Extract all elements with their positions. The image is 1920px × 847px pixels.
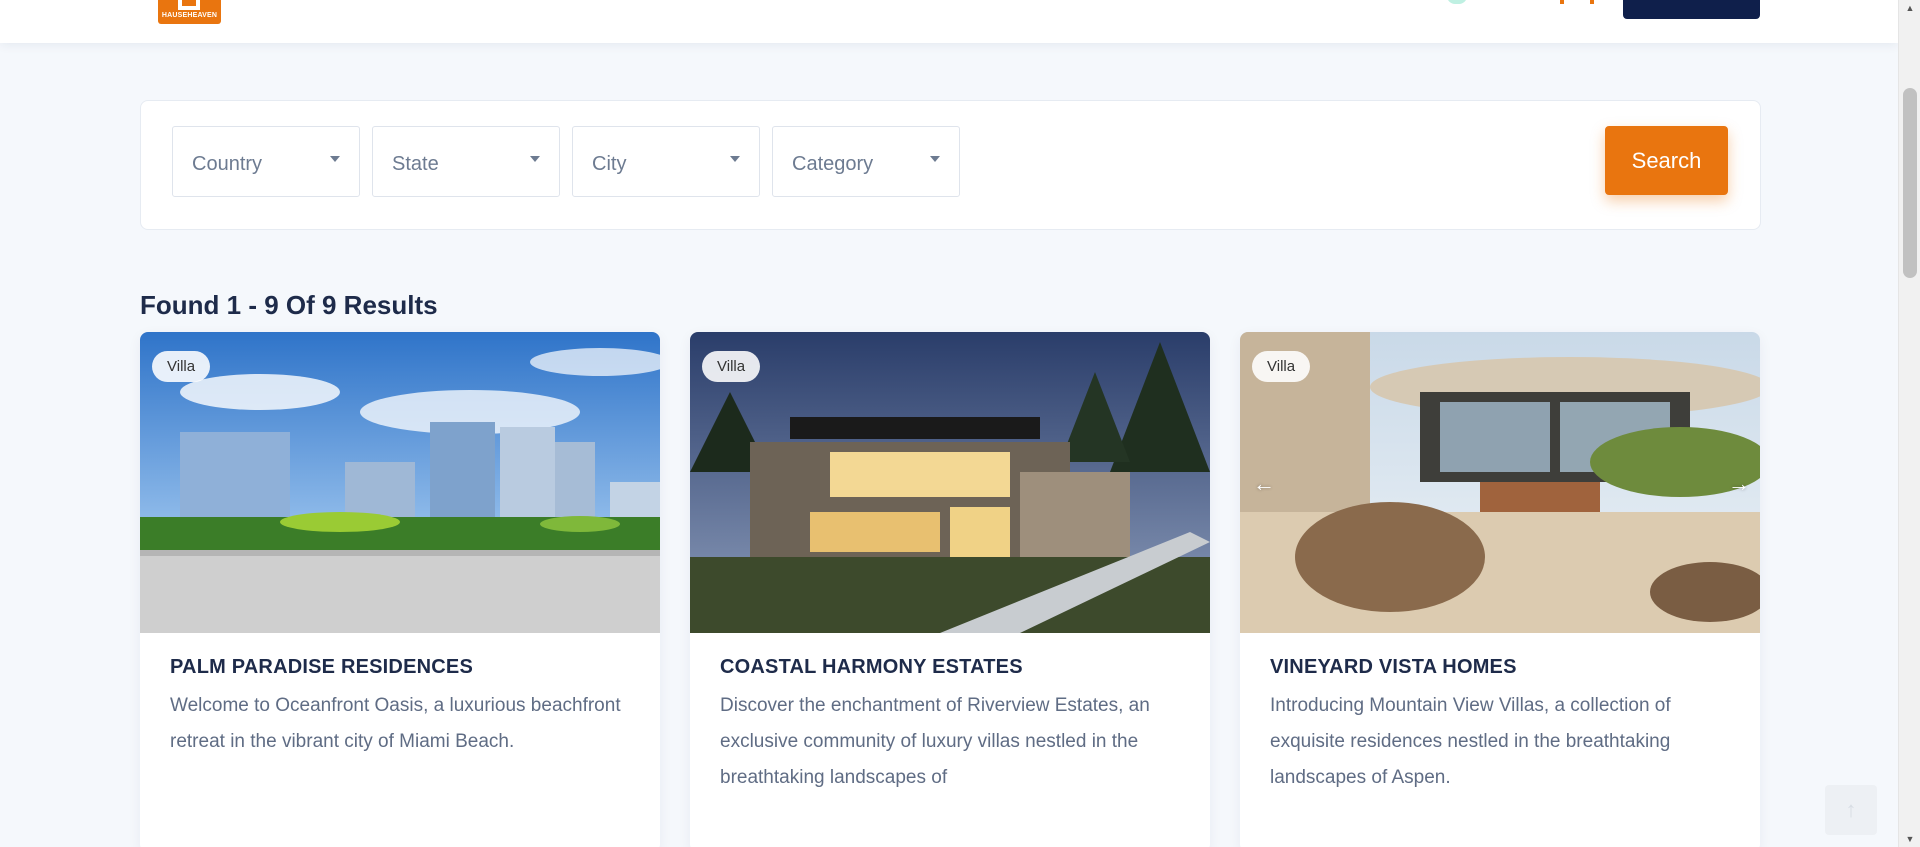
property-card[interactable]: Villa ← → VINEYARD VISTA HOMES Introduci… — [1240, 332, 1760, 847]
property-card[interactable]: Villa COASTAL HARMONY ESTATES Discover t… — [690, 332, 1210, 847]
arrow-up-icon: ↑ — [1845, 797, 1857, 822]
city-select[interactable]: City — [572, 126, 760, 197]
category-badge: Villa — [702, 351, 761, 382]
category-badge: Villa — [1252, 351, 1311, 382]
property-image[interactable] — [690, 332, 1210, 633]
state-select-label: State — [392, 153, 439, 175]
site-header: HAUSEHEAVEN — [0, 0, 1898, 43]
logo-text: HAUSEHEAVEN — [161, 12, 218, 19]
state-select[interactable]: State — [372, 126, 560, 197]
property-description: Discover the enchantment of Riverview Es… — [720, 695, 1150, 788]
property-title[interactable]: PALM PARADISE RESIDENCES — [170, 656, 473, 679]
category-select[interactable]: Category — [772, 126, 960, 197]
arrow-right-icon[interactable]: → — [1728, 471, 1750, 497]
property-card[interactable]: Villa PALM PARADISE RESIDENCES Welcome t… — [140, 332, 660, 847]
property-description: Introducing Mountain View Villas, a coll… — [1270, 695, 1671, 788]
chevron-down-icon — [730, 156, 740, 162]
property-title[interactable]: COASTAL HARMONY ESTATES — [720, 656, 1023, 679]
results-count-heading: Found 1 - 9 Of 9 Results — [140, 290, 438, 320]
arrow-left-icon[interactable]: ← — [1253, 471, 1275, 497]
search-filter-panel: Country State City Category Search — [140, 100, 1761, 230]
category-select-label: Category — [792, 153, 874, 175]
scroll-down-icon[interactable]: ▼ — [1899, 831, 1920, 847]
property-image-city — [140, 332, 660, 633]
property-image-beach-house — [1240, 332, 1760, 633]
brand-logo[interactable]: HAUSEHEAVEN — [158, 0, 221, 24]
property-image[interactable] — [140, 332, 660, 633]
header-cta-button[interactable] — [1623, 0, 1760, 19]
back-to-top-button[interactable]: ↑ — [1825, 785, 1877, 835]
logo-mark-icon — [178, 0, 200, 10]
country-select-label: Country — [192, 153, 263, 175]
page-scrollbar[interactable]: ▲ ▼ — [1898, 0, 1920, 847]
chevron-down-icon — [330, 156, 340, 162]
property-image-house — [690, 332, 1210, 633]
country-select[interactable]: Country — [172, 126, 360, 197]
category-badge: Villa — [152, 351, 211, 382]
chevron-down-icon — [530, 156, 540, 162]
property-description: Welcome to Oceanfront Oasis, a luxurious… — [170, 695, 621, 752]
search-button[interactable]: Search — [1605, 126, 1728, 195]
nav-accent-mark — [1560, 0, 1564, 4]
nav-accent-mark — [1590, 0, 1594, 4]
chevron-down-icon — [930, 156, 940, 162]
nav-indicator — [1447, 0, 1467, 4]
property-title[interactable]: VINEYARD VISTA HOMES — [1270, 656, 1517, 679]
scroll-up-icon[interactable]: ▲ — [1899, 0, 1920, 16]
scrollbar-thumb[interactable] — [1903, 88, 1917, 278]
city-select-label: City — [592, 153, 627, 175]
property-image[interactable] — [1240, 332, 1760, 633]
